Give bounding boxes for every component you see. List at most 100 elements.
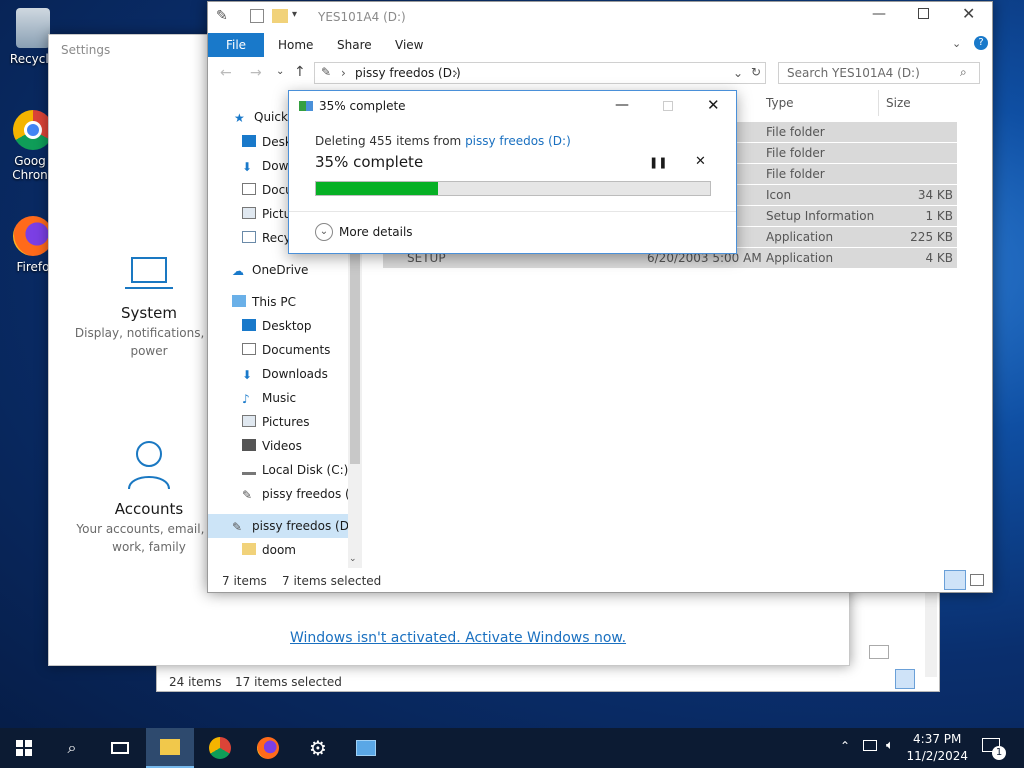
dialog-close-button[interactable]: ✕	[707, 96, 720, 114]
nav-pictures-quick-label: Pictu	[262, 207, 292, 221]
nav-item-documents-quick[interactable]: Docu	[242, 183, 293, 197]
music-icon: ♪	[242, 392, 250, 406]
nav-onedrive[interactable]: ☁ OneDrive	[232, 263, 308, 278]
firefox-taskbar-button[interactable]	[244, 728, 292, 768]
cell-type: Application	[766, 230, 834, 244]
nav-item-desktop[interactable]: Desktop	[242, 319, 312, 333]
minimize-button[interactable]: —	[872, 6, 886, 22]
scroll-down-icon[interactable]: ⌄	[349, 554, 357, 564]
nav-item-downloads[interactable]: ⬇ Downloads	[242, 367, 328, 382]
large-icons-view-icon[interactable]	[970, 574, 984, 586]
nav-this-pc[interactable]: This PC	[232, 295, 296, 309]
activate-windows-link[interactable]: Windows isn't activated. Activate Window…	[290, 630, 626, 646]
file-tab[interactable]: File	[208, 33, 264, 57]
desktop-icon	[242, 135, 256, 147]
refresh-icon[interactable]: ↻	[751, 65, 761, 79]
nav-videos-label: Videos	[262, 439, 302, 453]
status-items: 7 items	[222, 574, 267, 588]
status-selected: 7 items selected	[282, 574, 382, 588]
address-path[interactable]: pissy freedos (D:)	[355, 66, 461, 80]
network-icon[interactable]	[863, 740, 877, 751]
column-header-type[interactable]: Type	[766, 96, 794, 110]
star-icon: ★	[234, 111, 245, 125]
new-folder-icon[interactable]	[272, 9, 288, 23]
tab-view[interactable]: View	[395, 38, 423, 52]
details-view-icon[interactable]	[895, 669, 915, 689]
back-scrollbar[interactable]	[925, 587, 937, 677]
nav-item-videos[interactable]: Videos	[242, 439, 302, 453]
cell-type: Icon	[766, 188, 792, 202]
nav-item-drive[interactable]: ✎ pissy freedos (D:)	[232, 519, 358, 534]
nav-quick-access[interactable]: ★ Quick	[234, 110, 288, 125]
search-input[interactable]: Search YES101A4 (D:)	[778, 62, 980, 84]
up-arrow-icon[interactable]: ↑	[294, 64, 306, 80]
clock[interactable]: 4:37 PM 11/2/2024	[906, 731, 968, 765]
quick-access-dropdown-icon[interactable]: ▾	[292, 9, 297, 20]
help-icon[interactable]: ?	[974, 36, 988, 50]
download-icon: ⬇	[242, 160, 253, 174]
progress-fill	[316, 182, 439, 195]
dialog-minimize-button[interactable]: —	[615, 97, 629, 113]
details-view-icon[interactable]	[944, 570, 966, 590]
document-icon	[242, 183, 256, 195]
back-arrow-icon[interactable]: ←	[220, 65, 232, 81]
address-bar[interactable]: ✎ › pissy freedos (D:) › ⌄ ↻	[314, 62, 766, 84]
nav-item-local-disk[interactable]: Local Disk (C:)	[242, 463, 348, 477]
settings-taskbar-button[interactable]: ⚙	[294, 728, 342, 768]
pause-button[interactable]: ❚❚	[649, 156, 667, 169]
search-icon: ⌕	[960, 65, 967, 79]
start-button[interactable]	[0, 728, 48, 768]
close-button[interactable]: ✕	[962, 4, 975, 23]
maximize-button[interactable]	[918, 8, 929, 19]
nav-drive-label: pissy freedos (D:)	[252, 519, 358, 533]
address-chevron-icon: ›	[453, 66, 458, 80]
clock-time: 4:37 PM	[913, 732, 962, 746]
nav-item-freedos[interactable]: ✎ pissy freedos (D:	[242, 487, 363, 502]
column-header-size[interactable]: Size	[886, 96, 911, 110]
settings-details-view-icon[interactable]	[869, 645, 889, 659]
column-divider	[878, 90, 879, 116]
chrome-taskbar-button[interactable]	[196, 728, 244, 768]
document-icon	[242, 343, 256, 355]
file-explorer-taskbar-button[interactable]	[146, 728, 194, 768]
recent-locations-icon[interactable]: ⌄	[276, 66, 284, 77]
recycle-icon	[242, 231, 256, 243]
cell-type: File folder	[766, 146, 825, 160]
nav-item-pictures-quick[interactable]: Pictu	[242, 207, 291, 221]
cancel-button[interactable]: ✕	[695, 154, 706, 169]
volume-icon[interactable]: 🔈︎	[886, 738, 894, 753]
dialog-source-link[interactable]: pissy freedos (D:)	[465, 134, 571, 148]
chrome-icon	[13, 110, 53, 150]
ribbon-expand-icon[interactable]: ⌄	[952, 37, 961, 50]
chrome-icon	[209, 737, 231, 759]
delete-progress-dialog[interactable]: 35% complete — ✕ Deleting 455 items from…	[288, 90, 737, 254]
clock-date: 11/2/2024	[906, 749, 968, 763]
search-icon: ⌕	[67, 738, 77, 757]
nav-doom-label: doom	[262, 543, 296, 557]
cell-type: File folder	[766, 125, 825, 139]
cell-size: 34 KB	[917, 188, 953, 202]
nav-item-pictures[interactable]: Pictures	[242, 415, 310, 429]
nav-item-doom[interactable]: doom	[242, 543, 296, 557]
expand-chevron-icon[interactable]: ⌄	[315, 223, 333, 241]
gear-icon: ⚙	[309, 736, 327, 760]
nav-item-documents[interactable]: Documents	[242, 343, 330, 357]
more-details-button[interactable]: More details	[339, 225, 413, 239]
dialog-title: 35% complete	[319, 99, 406, 113]
task-view-button[interactable]	[96, 728, 144, 768]
address-dropdown-icon[interactable]: ⌄	[733, 66, 743, 80]
show-hidden-icons-icon[interactable]: ⌃	[840, 739, 850, 753]
properties-icon[interactable]	[250, 9, 264, 23]
nav-documents-label: Documents	[262, 343, 331, 357]
dialog-maximize-button	[663, 101, 673, 111]
control-panel-taskbar-button[interactable]	[342, 728, 390, 768]
nav-pictures-label: Pictures	[262, 415, 310, 429]
nav-item-music[interactable]: ♪ Music	[242, 391, 296, 406]
cell-type: File folder	[766, 167, 825, 181]
cell-type: Application	[766, 251, 834, 265]
tab-share[interactable]: Share	[337, 38, 372, 52]
tab-home[interactable]: Home	[278, 38, 313, 52]
forward-arrow-icon[interactable]: →	[250, 65, 262, 81]
search-button[interactable]: ⌕	[48, 728, 96, 768]
usb-drive-icon: ✎	[232, 520, 243, 534]
